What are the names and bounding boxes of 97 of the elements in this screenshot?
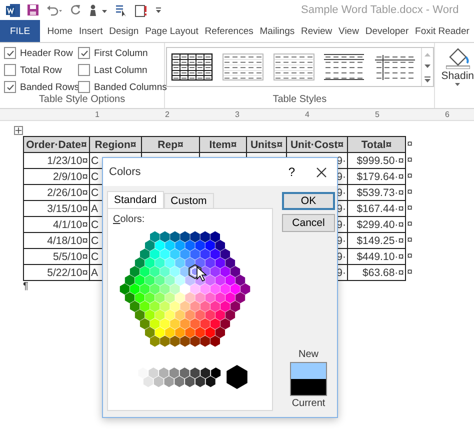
table-style-thumbnail-icon[interactable] bbox=[222, 53, 264, 81]
checkbox[interactable] bbox=[78, 64, 90, 76]
ruler-number: 2 bbox=[165, 110, 170, 119]
table-cell: $539.73·¤ bbox=[348, 184, 406, 200]
table-style-thumbnail-icon[interactable] bbox=[374, 53, 416, 81]
paint-bucket-icon[interactable] bbox=[446, 47, 470, 69]
end-of-row-mark: ¤ bbox=[407, 139, 413, 150]
customize-caret-icon[interactable] bbox=[155, 6, 162, 14]
end-of-row-mark: ¤ bbox=[407, 155, 413, 166]
swatch-label: Current bbox=[292, 398, 326, 409]
file-tab[interactable]: FILE bbox=[0, 20, 40, 42]
shading-label[interactable]: Shadin bbox=[441, 70, 474, 82]
checkbox-label: First Column bbox=[94, 48, 148, 58]
table-header-cell: Region¤ bbox=[90, 136, 142, 152]
window-title: Sample Word Table.docx - Word bbox=[301, 4, 459, 16]
end-of-row-mark: ¤ bbox=[407, 203, 413, 214]
ribbon-tab[interactable]: Page Layout bbox=[142, 20, 202, 42]
select-icon[interactable] bbox=[115, 4, 128, 16]
swatch-label: New bbox=[298, 349, 318, 360]
ribbon-tab[interactable]: Mailings bbox=[256, 20, 298, 42]
checkbox[interactable] bbox=[4, 64, 16, 76]
checkbox-label: Banded Columns bbox=[94, 82, 167, 92]
ribbon-tab[interactable]: Review bbox=[298, 20, 336, 42]
checkbox-label: Total Row bbox=[20, 64, 62, 76]
checkbox-label: Header Row bbox=[20, 48, 73, 58]
ruler-number: 3 bbox=[235, 110, 240, 119]
ribbon-tab[interactable]: Developer bbox=[362, 20, 412, 42]
checkbox-label: Banded Rows bbox=[20, 82, 80, 92]
ruler-number: 1 bbox=[95, 110, 100, 119]
color-honeycomb-drawing[interactable] bbox=[120, 231, 250, 347]
table-cell: 4/1/10¤ bbox=[24, 216, 90, 232]
more-styles-icon[interactable] bbox=[424, 76, 431, 82]
word-logo-icon bbox=[6, 4, 20, 16]
checkbox[interactable] bbox=[78, 81, 90, 93]
table-cell: $167.44·¤ bbox=[348, 200, 406, 216]
table-cell: $299.40·¤ bbox=[348, 216, 406, 232]
grayscale-swatches-drawing[interactable] bbox=[138, 368, 221, 388]
table-header-cell: Units¤ bbox=[246, 136, 286, 152]
paragraph-mark: ¶ bbox=[23, 281, 30, 292]
table-cell: 4/18/10¤ bbox=[24, 232, 90, 248]
touch-mode-icon[interactable] bbox=[88, 4, 108, 16]
table-cell: $63.68·¤ bbox=[348, 264, 406, 280]
table-cell: 3/15/10¤ bbox=[24, 200, 90, 216]
document-alert-icon[interactable] bbox=[135, 4, 148, 16]
ribbon-tab[interactable]: Design bbox=[106, 20, 142, 42]
end-of-row-mark: ¤ bbox=[407, 267, 413, 278]
dialog-tab[interactable]: Standard bbox=[107, 191, 164, 208]
ruler-number: 6 bbox=[445, 110, 450, 119]
ribbon-tab[interactable]: Home bbox=[44, 20, 76, 42]
table-style-thumbnail-icon[interactable] bbox=[272, 53, 315, 81]
save-icon[interactable] bbox=[27, 4, 39, 16]
ribbon-tab[interactable]: Foxit Reader bbox=[412, 20, 473, 42]
undo-icon[interactable] bbox=[46, 4, 63, 16]
table-header-cell: Item¤ bbox=[200, 136, 246, 152]
table-cell: 5/22/10¤ bbox=[24, 264, 90, 280]
dialog-title: Colors bbox=[109, 166, 142, 178]
end-of-row-mark: ¤ bbox=[407, 171, 413, 182]
close-icon[interactable] bbox=[316, 166, 327, 178]
table-header-cell: Total¤ bbox=[348, 136, 406, 152]
table-header-cell: Order·Date¤ bbox=[24, 136, 90, 152]
table-cell: 1/23/10¤ bbox=[24, 152, 90, 168]
ok-button[interactable]: OK bbox=[282, 192, 335, 210]
ruler-number: 5 bbox=[375, 110, 380, 119]
table-header-cell: Unit·Cost¤ bbox=[286, 136, 348, 152]
checkbox[interactable] bbox=[4, 47, 16, 59]
checkbox[interactable] bbox=[4, 81, 16, 93]
cancel-button[interactable]: Cancel bbox=[282, 214, 335, 232]
table-cell: 2/26/10¤ bbox=[24, 184, 90, 200]
table-cell: 2/9/10¤ bbox=[24, 168, 90, 184]
dialog-tab[interactable]: Custom bbox=[164, 193, 214, 208]
table-style-thumbnail-icon[interactable] bbox=[171, 53, 214, 81]
table-cell: $179.64·¤ bbox=[348, 168, 406, 184]
end-of-row-mark: ¤ bbox=[407, 219, 413, 230]
cursor-icon bbox=[196, 266, 208, 282]
table-cell: $999.50·¤ bbox=[348, 152, 406, 168]
ribbon-tab[interactable]: References bbox=[202, 20, 257, 42]
table-cell: 5/5/10¤ bbox=[24, 248, 90, 264]
scroll-down-icon[interactable] bbox=[424, 64, 431, 68]
ruler-number: 4 bbox=[305, 110, 310, 119]
end-of-row-mark: ¤ bbox=[407, 187, 413, 198]
end-of-row-mark: ¤ bbox=[407, 251, 413, 262]
table-cell: $149.25·¤ bbox=[348, 232, 406, 248]
ribbon-tab[interactable]: View bbox=[335, 20, 362, 42]
selected-color-outline bbox=[188, 264, 202, 280]
group-label: Table Style Options bbox=[38, 94, 126, 105]
table-move-handle-icon[interactable] bbox=[14, 126, 23, 135]
ribbon-tab[interactable]: Insert bbox=[76, 20, 106, 42]
end-of-row-mark: ¤ bbox=[407, 235, 413, 246]
redo-icon[interactable] bbox=[70, 4, 81, 16]
group-label: Table Styles bbox=[272, 94, 327, 105]
table-header-cell: Rep¤ bbox=[142, 136, 200, 152]
caret-icon[interactable] bbox=[455, 83, 460, 86]
checkbox[interactable] bbox=[78, 47, 90, 59]
table-style-thumbnail-icon[interactable] bbox=[323, 53, 366, 81]
checkbox-label: Last Column bbox=[94, 64, 148, 76]
table-cell: $449.10·¤ bbox=[348, 248, 406, 264]
large-hexagon-swatch[interactable] bbox=[226, 365, 248, 389]
